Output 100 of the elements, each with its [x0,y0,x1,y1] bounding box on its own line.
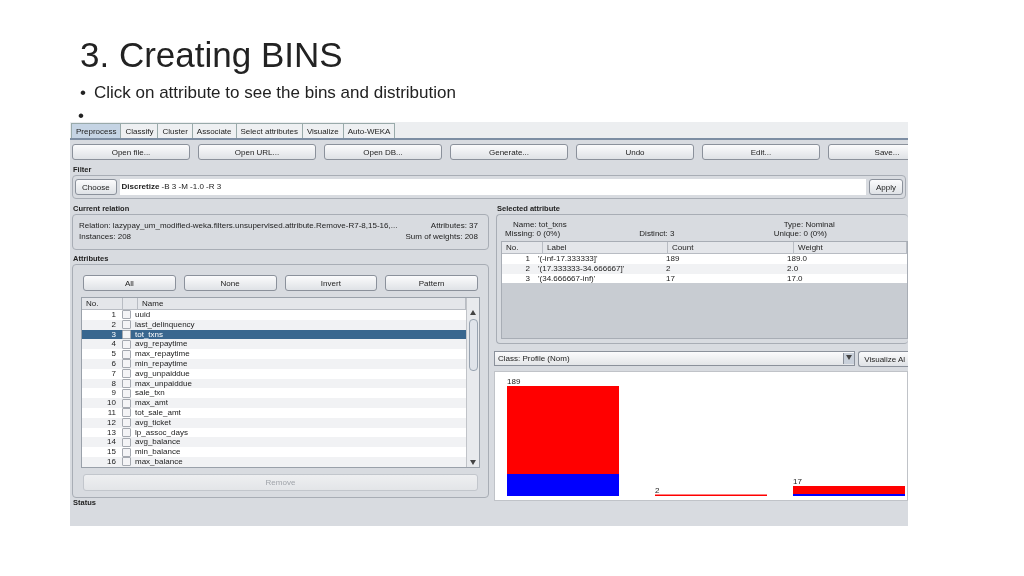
attribute-name: avg_unpaiddue [135,368,190,379]
checkbox[interactable] [122,408,131,418]
attribute-name: max_unpaiddue [135,378,192,389]
checkbox[interactable] [122,388,131,398]
attribute-row[interactable]: 14 avg_balance [82,437,466,448]
attribute-row[interactable]: 8 max_unpaiddue [82,378,466,389]
apply-button[interactable]: Apply [869,179,903,195]
choose-button[interactable]: Choose [75,179,117,195]
attribute-name: max_balance [135,456,183,467]
class-dropdown[interactable]: Class: Profile (Nom) [494,351,856,366]
scrollbar-thumb[interactable] [468,319,478,371]
row-number: 7 [110,368,117,379]
row-number: 2 [110,319,117,330]
checkbox[interactable] [122,418,131,428]
checkbox[interactable] [122,447,131,457]
checkbox[interactable] [122,330,131,339]
dropdown-arrow-icon[interactable] [846,355,853,360]
table-cell-text: 2 [524,263,531,274]
select-button[interactable]: All [83,275,176,291]
row-number: 3 [110,329,117,340]
bullet-mark: • [78,110,84,122]
scroll-up-icon[interactable] [470,310,476,315]
row-number: 16 [106,456,117,467]
attribute-row[interactable]: 12 avg_ticket [82,417,466,428]
attribute-row[interactable]: 16 max_balance [82,456,466,467]
row-number: 14 [106,437,117,448]
attribute-info: Type: Nominal [782,220,836,229]
attribute-name: min_balance [135,447,181,457]
tab[interactable]: Preprocess [71,123,122,138]
row-number: 12 [106,417,117,428]
attribute-name: tot_txns [135,329,163,340]
select-button[interactable]: Pattern [385,275,478,291]
table-cell-text: 17 [666,273,676,284]
attribute-name: max_repaytime [135,349,190,359]
table-cell-text: 3 [524,273,531,284]
attributes-count: Attributes: 37 [429,221,478,232]
table-cell-text: '(17.333333-34.666667]' [538,263,626,274]
checkbox[interactable] [122,427,131,437]
row-number: 5 [110,349,117,359]
checkbox[interactable] [122,457,131,467]
select-button[interactable]: None [183,275,277,291]
column-header: Label [543,242,668,253]
attribute-name: avg_balance [135,437,181,448]
visualize-button[interactable]: Visualize Al [858,351,908,367]
toolbar-button[interactable]: Edit... [702,144,820,160]
attribute-name: uuid [135,310,151,320]
dropdown-arrow-icon[interactable] [470,459,476,465]
table-cell-text: 189 [666,254,681,264]
bar-value: 2 [655,485,660,495]
checkbox[interactable] [122,320,131,330]
checkbox[interactable] [122,310,131,320]
row-number: 4 [110,339,117,350]
attribute-info: Name: tot_txns [512,220,568,229]
toolbar-button[interactable]: Save... [828,144,908,160]
toolbar-button[interactable]: Generate... [450,144,568,160]
bullet-text: Click on attribute to see the bins and distribution [93,82,456,104]
checkbox[interactable] [122,378,131,388]
attribute-row[interactable]: 6 min_repaytime [82,359,466,369]
attribute-info: Distinct: 3 [639,229,676,238]
toolbar-button[interactable]: Undo [576,144,694,160]
checkbox[interactable] [122,359,131,369]
attribute-name: tot_sale_amt [135,407,181,418]
attribute-name: avg_ticket [135,417,172,428]
weights-sum: Sum of weights: 208 [405,232,478,243]
attribute-row[interactable]: 10 max_amt [82,398,466,408]
attribute-row[interactable]: 2 last_delinquency [82,319,466,330]
toolbar-button[interactable]: Open DB... [324,144,442,160]
bar-value: 189 [507,377,521,386]
filter-field[interactable]: Discretize -B 3 -M -1.0 -R 3 [119,179,866,195]
select-button[interactable]: Invert [284,275,378,291]
attribute-row[interactable]: 3 tot_txns [82,329,466,340]
tab[interactable]: Auto-WEKA [342,123,396,138]
table-cell-text: 2 [666,263,672,274]
row-number: 8 [110,378,117,389]
checkbox[interactable] [122,437,131,447]
toolbar-button[interactable]: Open URL... [198,144,316,160]
row-number: 15 [106,447,117,457]
attribute-info: Missing: 0 (0%) [505,229,562,238]
slide-title: 3. Creating BINS [80,34,344,76]
attribute-name: avg_repaytime [135,339,188,350]
checkbox[interactable] [122,349,131,359]
row-number: 13 [106,427,117,438]
attribute-row[interactable]: 4 avg_repaytime [82,339,466,350]
scrollbar[interactable] [466,298,479,467]
column-header: Weight [794,242,907,253]
toolbar-button[interactable]: Open file... [72,144,190,160]
bullet-mark: • [80,82,86,104]
row-number: 6 [110,359,117,369]
attribute-name: min_repaytime [135,359,188,369]
attribute-name: sale_txn [135,388,165,399]
checkbox[interactable] [122,398,131,408]
checkbox[interactable] [122,369,131,379]
tab[interactable]: Classify [120,123,159,138]
checkbox[interactable] [122,339,131,349]
bar-value: 17 [793,477,802,486]
row-number: 1 [110,310,117,320]
table-cell-text: 1 [524,254,531,264]
attribute-name: last_delinquency [135,319,195,330]
table-cell-text: 189.0 [787,254,809,264]
row-number: 9 [110,388,117,399]
